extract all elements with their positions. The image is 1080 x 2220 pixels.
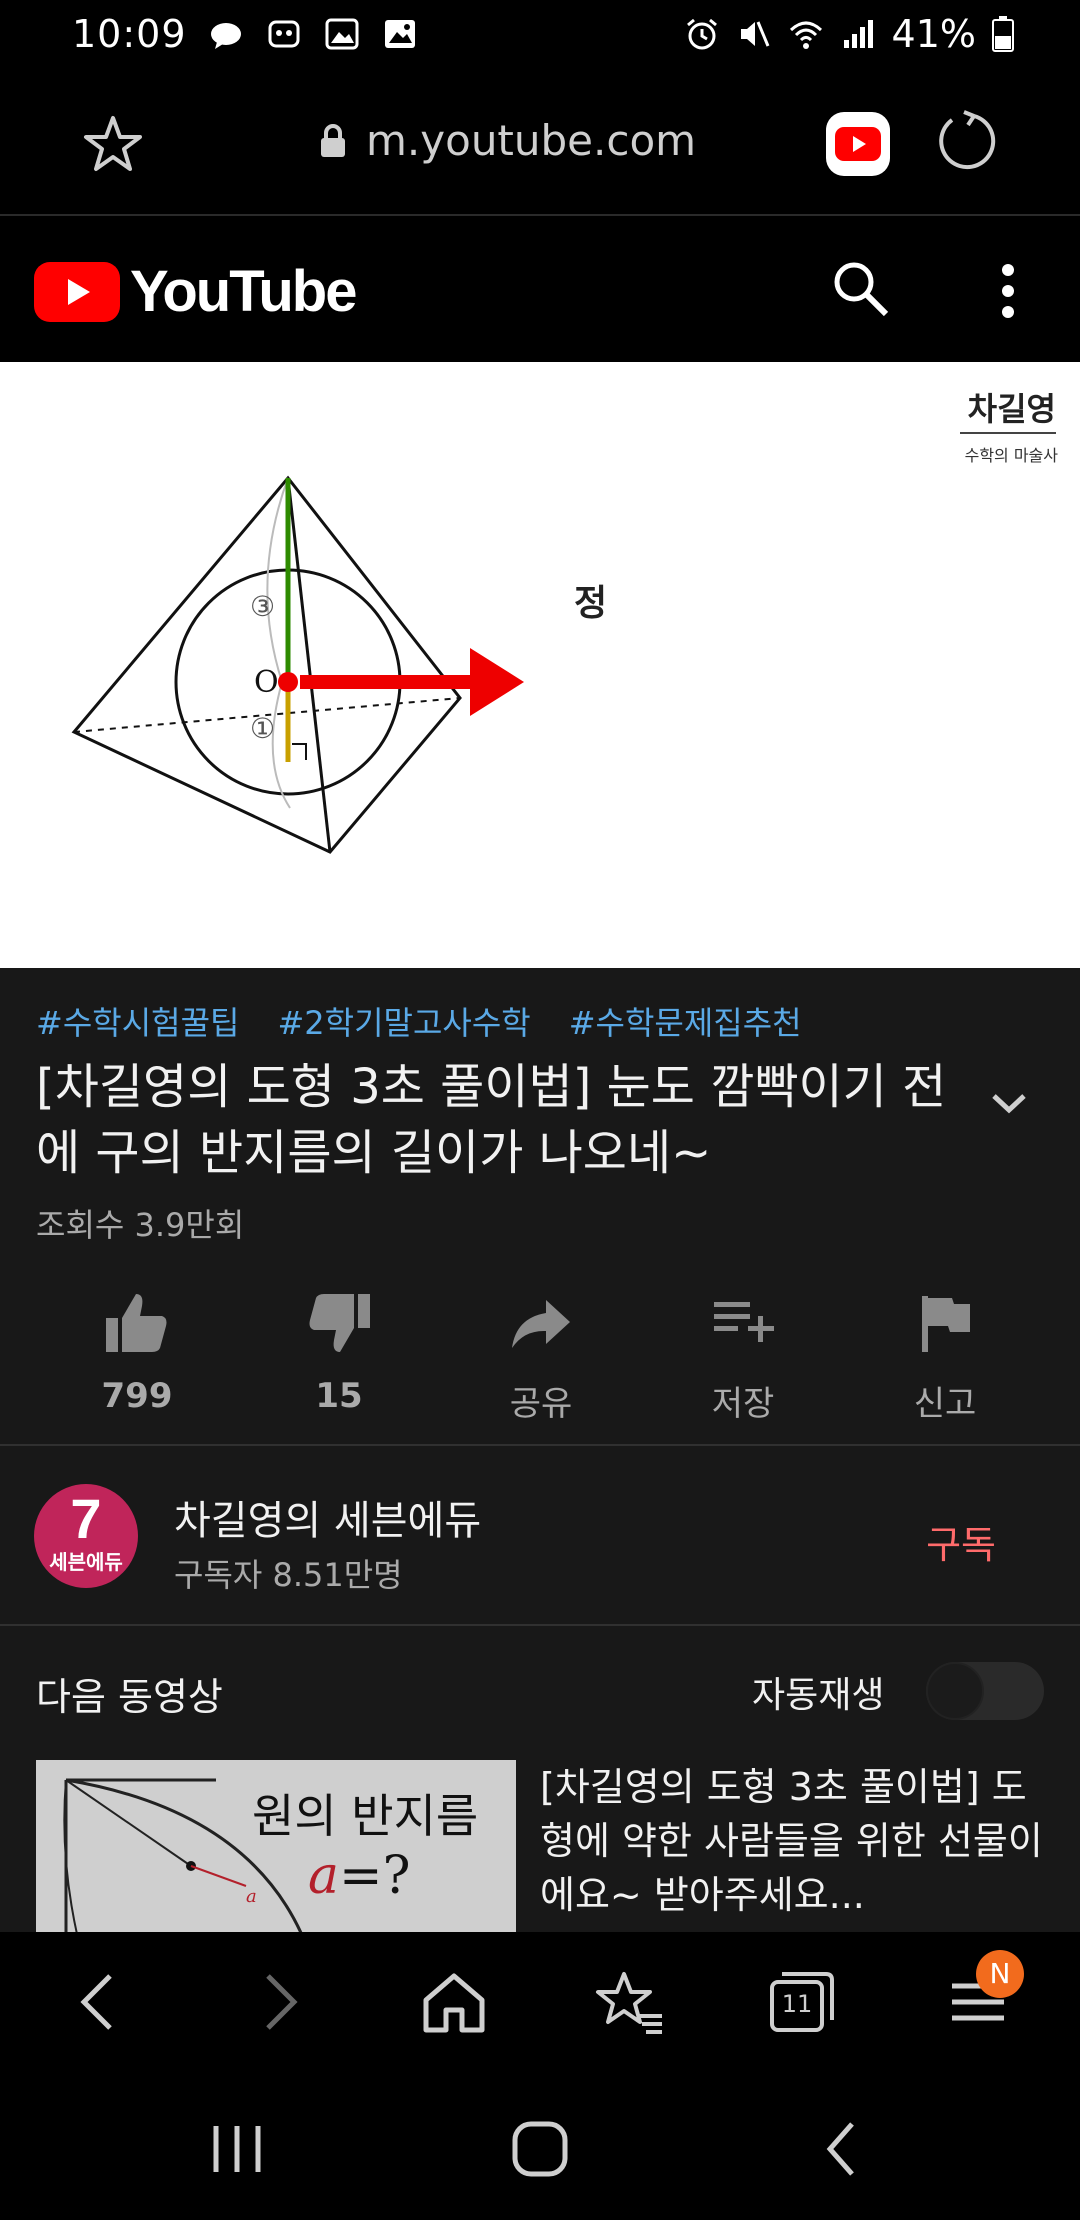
- thumbnail-formula: a=?: [308, 1846, 410, 1906]
- upper-segment-label: ③: [250, 590, 275, 623]
- url-text: m.youtube.com: [366, 116, 697, 165]
- video-title[interactable]: [차길영의 도형 3초 풀이법] 눈도 깜빡이기 전에 구의 반지름의 길이가 …: [36, 1054, 956, 1186]
- view-count: 조회수 3.9만회: [36, 1206, 245, 1244]
- youtube-logo[interactable]: YouTube: [34, 258, 357, 325]
- video-player[interactable]: O ③ ① 차길영 수학의 마술사 정: [0, 362, 1080, 968]
- tab-count: 11: [781, 1990, 813, 2018]
- bookmark-star-icon[interactable]: [80, 112, 146, 178]
- like-button[interactable]: 799: [36, 1278, 238, 1448]
- status-bar: 10:09 41%: [0, 0, 1080, 72]
- share-label: 공유: [509, 1384, 573, 1424]
- hashtag-list: #수학시험꿀팁 #2학기말고사수학 #수학문제집추천: [36, 998, 802, 1044]
- report-label: 신고: [913, 1384, 977, 1424]
- chat-bubble-icon: [211, 23, 241, 49]
- signal-icon: [843, 20, 873, 48]
- up-next-heading: 다음 동영상: [36, 1675, 223, 1719]
- home-icon[interactable]: [418, 1966, 490, 2038]
- bookmarks-icon[interactable]: [594, 1966, 666, 2038]
- action-bar: 799 15 공유 저장 신고: [0, 1278, 1080, 1448]
- hashtag-link[interactable]: #2학기말고사수학: [277, 998, 530, 1044]
- thumbs-down-icon: [309, 1294, 370, 1352]
- save-playlist-icon: [714, 1302, 774, 1342]
- thumbnail-caption: 원의 반지름: [252, 1789, 479, 1843]
- system-back-icon[interactable]: [808, 2114, 878, 2184]
- lower-segment-label: ①: [250, 712, 275, 745]
- chevron-down-icon[interactable]: [984, 1078, 1034, 1128]
- address-field[interactable]: m.youtube.com: [318, 116, 696, 165]
- notification-icons: [208, 16, 418, 52]
- browser-toolbar: 11 N: [0, 1932, 1080, 2072]
- home-button-icon[interactable]: [505, 2114, 575, 2184]
- formula-variable: a: [308, 1846, 340, 1906]
- lock-icon: [321, 123, 345, 157]
- battery-percent: 41%: [891, 12, 976, 56]
- reload-icon[interactable]: [934, 108, 1000, 174]
- hashtag-link[interactable]: #수학문제집추천: [569, 998, 802, 1044]
- center-label: O: [254, 665, 279, 700]
- notification-badge: N: [976, 1950, 1024, 1998]
- more-options-icon[interactable]: [980, 258, 1036, 324]
- subscribe-button[interactable]: 구독: [926, 1514, 996, 1569]
- save-button[interactable]: 저장: [642, 1278, 844, 1448]
- watermark-divider: [960, 432, 1056, 434]
- watermark-subtitle: 수학의 마술사: [964, 446, 1058, 465]
- dislike-button[interactable]: 15: [238, 1278, 440, 1448]
- share-button[interactable]: 공유: [440, 1278, 642, 1448]
- like-count: 799: [101, 1376, 173, 1416]
- browser-url-bar: m.youtube.com: [0, 72, 1080, 216]
- channel-name[interactable]: 차길영의 세븐에듀: [174, 1488, 481, 1546]
- avatar-brand: 세븐에듀: [49, 1550, 123, 1574]
- autoplay-label: 자동재생: [752, 1675, 885, 1716]
- subscriber-count: 구독자 8.51만명: [174, 1556, 403, 1594]
- watermark-name: 차길영: [967, 390, 1056, 428]
- channel-row[interactable]: 7 세븐에듀 차길영의 세븐에듀 구독자 8.51만명 구독: [0, 1446, 1080, 1624]
- system-navigation-bar: [0, 2072, 1080, 2220]
- video-info-panel: #수학시험꿀팁 #2학기말고사수학 #수학문제집추천 [차길영의 도형 3초 풀…: [0, 968, 1080, 2030]
- youtube-wordmark: YouTube: [130, 259, 357, 324]
- report-button[interactable]: 신고: [844, 1278, 1046, 1448]
- image-icon: [385, 20, 415, 48]
- up-next-video-item[interactable]: a 원의 반지름 a=? [차길영의 도형 3초 풀이법] 도형에 약한 사람들…: [36, 1760, 1080, 2030]
- avatar-number: 7: [70, 1487, 102, 1550]
- share-icon: [512, 1300, 570, 1348]
- flag-icon: [922, 1296, 970, 1352]
- dislike-count: 15: [315, 1376, 363, 1416]
- gallery-notification-icon: [325, 18, 359, 50]
- next-video-title[interactable]: [차길영의 도형 3초 풀이법] 도형에 약한 사람들을 위한 선물이에요~ 받…: [540, 1760, 1060, 1922]
- back-arrow-icon[interactable]: [64, 1966, 136, 2038]
- mute-icon: [740, 21, 769, 47]
- thumbs-up-icon: [106, 1294, 167, 1352]
- tabs-button[interactable]: 11: [766, 1966, 838, 2038]
- status-time: 10:09: [72, 12, 187, 56]
- youtube-play-logo-icon: [34, 261, 120, 322]
- battery-icon: [992, 16, 1014, 52]
- recent-apps-icon[interactable]: [202, 2114, 272, 2184]
- autoplay-toggle[interactable]: [926, 1662, 1044, 1720]
- alarm-icon: [686, 18, 717, 50]
- wifi-icon: [789, 21, 822, 49]
- divider: [0, 1624, 1080, 1626]
- formula-rest: =?: [339, 1846, 411, 1906]
- toggle-knob: [926, 1662, 984, 1720]
- tetrahedron-diagram: O ③ ①: [71, 475, 524, 854]
- youtube-app-icon: [835, 127, 881, 161]
- app-notification-icon: [268, 20, 300, 48]
- overlay-text: 정: [574, 583, 608, 624]
- search-icon[interactable]: [828, 256, 894, 322]
- system-indicators: 41%: [684, 12, 1014, 56]
- save-label: 저장: [711, 1384, 775, 1424]
- channel-avatar[interactable]: 7 세븐에듀: [34, 1484, 138, 1588]
- thumbnail-small-label: a: [246, 1886, 257, 1907]
- hashtag-link[interactable]: #수학시험꿀팁: [36, 998, 239, 1044]
- forward-arrow-icon[interactable]: [242, 1966, 314, 2038]
- open-in-youtube-app-button[interactable]: [826, 112, 890, 176]
- youtube-header: YouTube: [0, 216, 1080, 362]
